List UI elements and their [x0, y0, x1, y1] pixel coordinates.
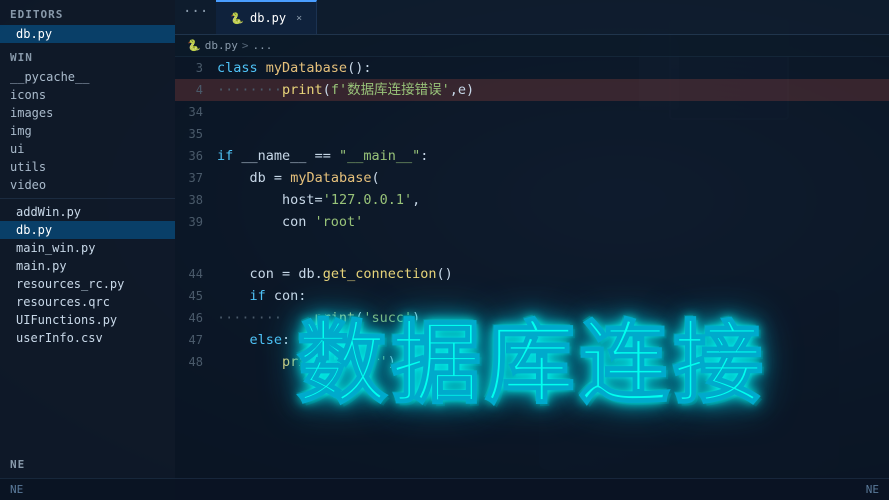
line-num-36: 36: [175, 145, 217, 167]
code-gap: [175, 233, 889, 263]
line-num-48: 48: [175, 351, 217, 373]
line-num-39: 39: [175, 211, 217, 233]
tab-python-icon: 🐍: [230, 12, 244, 25]
status-bar: NE NE: [0, 478, 889, 500]
code-line-48: 48 print('error'): [175, 351, 889, 373]
line-content-47: else:: [217, 329, 290, 351]
sidebar-file-addwin[interactable]: addWin.py: [0, 203, 175, 221]
sidebar-file-resources-rc[interactable]: resources_rc.py: [0, 275, 175, 293]
tab-label: db.py: [250, 11, 286, 25]
breadcrumb-sep: >: [242, 39, 249, 52]
code-line-39: 39 con 'root': [175, 211, 889, 233]
code-line-47: 47 else:: [175, 329, 889, 351]
line-content-36: if __name__ == "__main__":: [217, 145, 428, 167]
tab-close-button[interactable]: ×: [296, 13, 302, 24]
sidebar-file-mainwin[interactable]: main_win.py: [0, 239, 175, 257]
line-num-44: 44: [175, 263, 217, 285]
code-line-38: 38 host='127.0.0.1',: [175, 189, 889, 211]
sidebar-file-main[interactable]: main.py: [0, 257, 175, 275]
sidebar-folder-video[interactable]: video: [0, 176, 175, 194]
sidebar-folder-utils[interactable]: utils: [0, 158, 175, 176]
editors-section-title: EDITORS: [0, 0, 175, 25]
tab-ellipsis[interactable]: ...: [175, 0, 216, 34]
line-num-34: 34: [175, 101, 217, 123]
line-num-46: 46: [175, 307, 217, 329]
sidebar-divider: [0, 198, 175, 199]
sidebar-file-uifunctions[interactable]: UIFunctions.py: [0, 311, 175, 329]
line-num-4: 4: [175, 79, 217, 101]
code-line-35: 35: [175, 123, 889, 145]
sidebar-folder-images[interactable]: images: [0, 104, 175, 122]
line-content-44: con = db.get_connection(): [217, 263, 453, 285]
line-num-38: 38: [175, 189, 217, 211]
line-content-3: class myDatabase():: [217, 57, 371, 79]
code-line-3: 3 class myDatabase():: [175, 57, 889, 79]
sidebar-bottom-ne1: NE: [0, 450, 175, 475]
status-left: NE: [10, 483, 23, 496]
sidebar-folder-icons[interactable]: icons: [0, 86, 175, 104]
line-content-38: host='127.0.0.1',: [217, 189, 420, 211]
line-num-37: 37: [175, 167, 217, 189]
code-area: 3 class myDatabase(): 4 ········print(f'…: [175, 57, 889, 500]
line-num-35: 35: [175, 123, 217, 145]
code-line-46: 46 ········ print('succ'): [175, 307, 889, 329]
code-line-45: 45 if con:: [175, 285, 889, 307]
code-line-44: 44 con = db.get_connection(): [175, 263, 889, 285]
breadcrumb-file: db.py: [205, 39, 238, 52]
line-content-48: print('error'): [217, 351, 396, 373]
status-right: NE: [866, 483, 879, 496]
sidebar-item-db-py-editors[interactable]: db.py: [0, 25, 175, 43]
sidebar-file-resources-qrc[interactable]: resources.qrc: [0, 293, 175, 311]
sidebar: EDITORS db.py WIN __pycache__ icons imag…: [0, 0, 175, 500]
breadcrumb: 🐍 db.py > ...: [175, 35, 889, 57]
line-content-45: if con:: [217, 285, 306, 307]
line-content-37: db = myDatabase(: [217, 167, 380, 189]
breadcrumb-location: ...: [252, 39, 272, 52]
code-line-34: 34: [175, 101, 889, 123]
win-section-title: WIN: [0, 43, 175, 68]
breadcrumb-python-icon: 🐍: [187, 39, 201, 52]
line-num-3: 3: [175, 57, 217, 79]
code-line-4: 4 ········print(f'数据库连接错误',e): [175, 79, 889, 101]
line-num-45: 45: [175, 285, 217, 307]
line-content-4: ········print(f'数据库连接错误',e): [217, 79, 474, 101]
sidebar-file-userinfo[interactable]: userInfo.csv: [0, 329, 175, 347]
sidebar-folder-pycache[interactable]: __pycache__: [0, 68, 175, 86]
sidebar-folder-ui[interactable]: ui: [0, 140, 175, 158]
line-content-46: ········ print('succ'): [217, 307, 420, 329]
line-num-47: 47: [175, 329, 217, 351]
code-line-37: 37 db = myDatabase(: [175, 167, 889, 189]
tab-db-py[interactable]: 🐍 db.py ×: [216, 0, 317, 34]
sidebar-folder-img[interactable]: img: [0, 122, 175, 140]
tab-bar: ... 🐍 db.py ×: [175, 0, 889, 35]
sidebar-file-db[interactable]: db.py: [0, 221, 175, 239]
line-content-39: con 'root': [217, 211, 363, 233]
code-line-36: 36 if __name__ == "__main__":: [175, 145, 889, 167]
